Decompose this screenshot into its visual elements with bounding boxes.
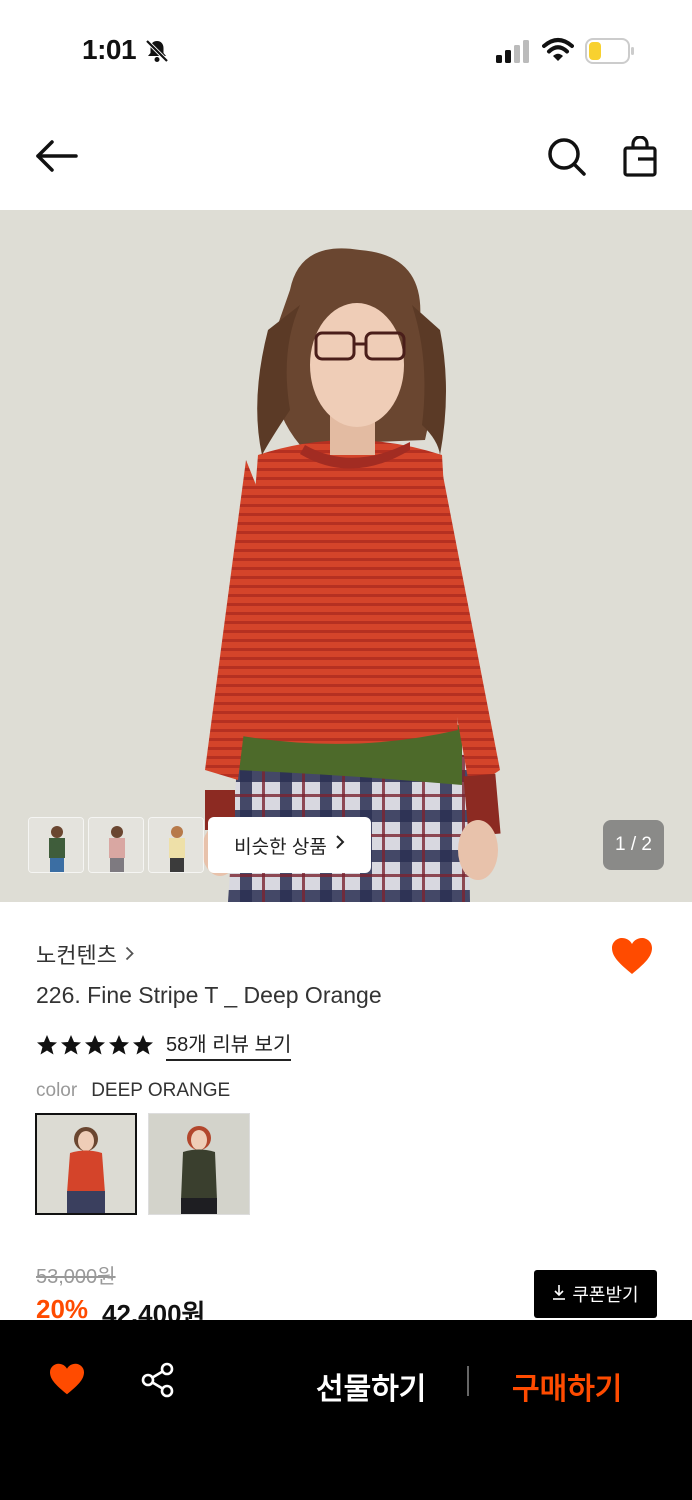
rating-stars — [36, 1034, 156, 1056]
like-heart-icon[interactable] — [48, 1362, 86, 1401]
similar-products-label: 비슷한 상품 — [234, 836, 327, 858]
reviews-link[interactable]: 58개 리뷰 보기 — [166, 1028, 292, 1061]
shopping-bag-icon[interactable] — [622, 135, 658, 183]
bottom-action-bar: 선물하기 구매하기 — [0, 1320, 692, 1500]
color-option-deep-orange[interactable] — [35, 1113, 137, 1215]
thumbnail-strip — [28, 817, 204, 873]
share-icon[interactable] — [140, 1362, 176, 1403]
color-row: color DEEP ORANGE — [36, 1080, 230, 1102]
color-option-khaki[interactable] — [148, 1113, 250, 1215]
status-bar: 1:01 — [0, 0, 692, 100]
similar-products-button[interactable]: 비슷한 상품 — [208, 817, 371, 873]
product-title: 226. Fine Stripe T _ Deep Orange — [36, 982, 382, 1008]
top-nav — [0, 100, 692, 210]
like-heart-icon[interactable] — [610, 936, 654, 981]
color-value: DEEP ORANGE — [91, 1080, 231, 1101]
color-label: color — [36, 1080, 78, 1101]
thumbnail-yellow[interactable] — [148, 817, 204, 873]
brand-name: 노컨텐츠 — [36, 943, 117, 968]
chevron-right-icon — [335, 834, 345, 856]
original-price: 53,000원 — [36, 1266, 116, 1288]
thumbnail-green[interactable] — [28, 817, 84, 873]
brand-link[interactable]: 노컨텐츠 — [36, 938, 134, 970]
rating-row: 58개 리뷰 보기 — [36, 1028, 292, 1061]
battery-icon — [585, 38, 635, 69]
chevron-right-icon — [125, 941, 134, 967]
silent-bell-icon — [144, 38, 170, 69]
image-pager: 1 / 2 — [603, 820, 664, 870]
status-time: 1:01 — [82, 34, 137, 65]
product-photo — [0, 210, 692, 902]
gift-button[interactable]: 선물하기 — [316, 1364, 426, 1408]
product-image-gallery[interactable]: 비슷한 상품 1 / 2 — [0, 210, 692, 902]
cell-signal-icon — [496, 40, 532, 69]
divider — [467, 1366, 469, 1396]
buy-button[interactable]: 구매하기 — [512, 1364, 622, 1408]
thumbnail-pink[interactable] — [88, 817, 144, 873]
coupon-button[interactable]: 쿠폰받기 — [534, 1270, 657, 1318]
back-arrow-icon[interactable] — [34, 138, 78, 179]
coupon-label: 쿠폰받기 — [572, 1285, 639, 1305]
search-icon[interactable] — [546, 136, 588, 183]
download-icon — [552, 1284, 566, 1305]
wifi-icon — [542, 37, 574, 68]
